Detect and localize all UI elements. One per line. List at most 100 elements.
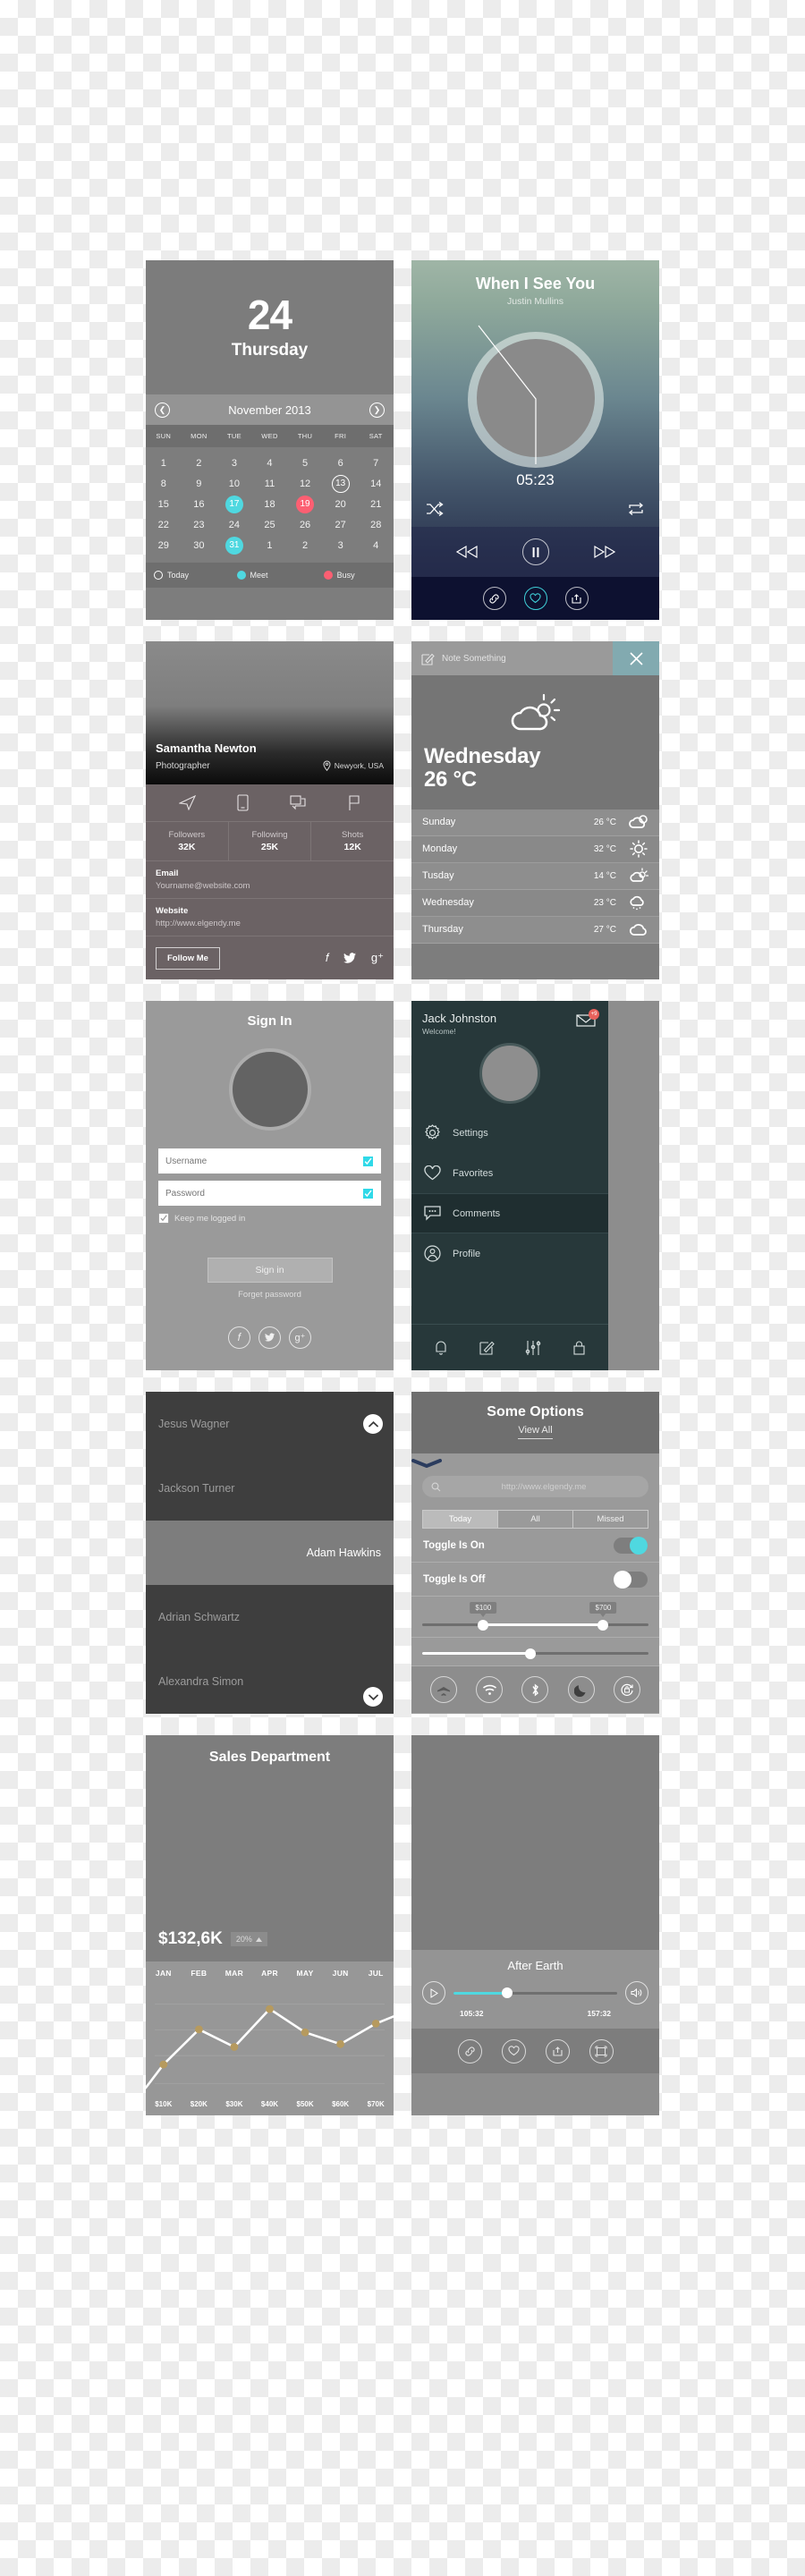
drawer-item-favorites[interactable]: Favorites xyxy=(411,1153,608,1193)
signin-button[interactable]: Sign in xyxy=(207,1258,333,1283)
list-item[interactable]: Adam Hawkins xyxy=(146,1521,394,1585)
moon-icon[interactable] xyxy=(567,1676,595,1703)
calendar-day-cell[interactable]: 2 xyxy=(287,535,323,555)
google-plus-icon[interactable]: g⁺ xyxy=(371,951,384,965)
bluetooth-icon[interactable] xyxy=(521,1676,549,1703)
avatar[interactable] xyxy=(479,1043,540,1104)
segment-all[interactable]: All xyxy=(498,1510,573,1529)
follow-button[interactable]: Follow Me xyxy=(156,946,220,970)
calendar-day-cell[interactable]: 24 xyxy=(216,514,252,535)
calendar-day-cell[interactable]: 29 xyxy=(146,535,182,555)
calendar-day-cell[interactable]: 9 xyxy=(182,473,217,494)
drawer-item-comments[interactable]: Comments xyxy=(411,1193,608,1233)
send-icon[interactable] xyxy=(179,795,196,810)
google-plus-icon[interactable]: g⁺ xyxy=(289,1326,311,1349)
repeat-icon[interactable] xyxy=(627,502,645,516)
chevron-up-icon[interactable] xyxy=(363,1414,383,1434)
fullscreen-icon[interactable] xyxy=(589,2038,614,2063)
video-progress-track[interactable] xyxy=(453,1987,617,1998)
note-input[interactable]: Note Something xyxy=(411,641,613,675)
segment-today[interactable]: Today xyxy=(422,1510,498,1529)
play-circle-icon[interactable] xyxy=(422,1981,445,2004)
chevron-down-icon[interactable] xyxy=(363,1687,383,1707)
shuffle-icon[interactable] xyxy=(426,502,444,516)
calendar-day-cell[interactable]: 7 xyxy=(358,453,394,473)
calendar-day-cell[interactable]: 15 xyxy=(146,494,182,514)
facebook-icon[interactable]: 𝑓 xyxy=(326,951,329,965)
search-input[interactable]: http://www.elgendy.me xyxy=(422,1476,648,1497)
phone-icon[interactable] xyxy=(237,794,249,811)
segment-missed[interactable]: Missed xyxy=(573,1510,648,1529)
range-track[interactable] xyxy=(422,1619,648,1631)
forget-password-link[interactable]: Forget password xyxy=(158,1290,381,1300)
link-icon[interactable] xyxy=(482,587,506,610)
share-icon[interactable] xyxy=(564,587,589,610)
calendar-day-cell[interactable]: 4 xyxy=(358,535,394,555)
calendar-day-cell[interactable]: 14 xyxy=(358,473,394,494)
remember-checkbox[interactable]: Keep me logged in xyxy=(158,1213,381,1224)
calendar-day-cell[interactable]: 26 xyxy=(287,514,323,535)
calendar-day-cell[interactable]: 3 xyxy=(323,535,359,555)
calendar-day-cell[interactable]: 11 xyxy=(252,473,288,494)
heart-icon[interactable] xyxy=(501,2038,526,2063)
username-input[interactable] xyxy=(165,1156,362,1166)
calendar-day-cell[interactable]: 2 xyxy=(182,453,217,473)
drawer-overlay[interactable] xyxy=(608,1001,659,1370)
name-list[interactable]: Jesus Wagner Jackson Turner Adam Hawkins Ad… xyxy=(146,1392,394,1714)
calendar-day-cell[interactable]: 28 xyxy=(358,514,394,535)
calendar-day-cell[interactable]: 25 xyxy=(252,514,288,535)
calendar-day-cell[interactable]: 5 xyxy=(287,453,323,473)
twitter-icon[interactable] xyxy=(343,952,357,964)
field-value[interactable]: http://www.elgendy.me xyxy=(156,919,384,928)
calendar-day-cell[interactable]: 1 xyxy=(252,535,288,555)
range-max-handle[interactable] xyxy=(597,1619,609,1631)
volume-icon[interactable] xyxy=(625,1981,648,2004)
link-icon[interactable] xyxy=(457,2038,482,2063)
pause-icon[interactable] xyxy=(521,538,549,565)
chevron-right-icon[interactable]: ❯ xyxy=(369,402,385,418)
lock-icon[interactable] xyxy=(572,1340,586,1356)
calendar-day-cell[interactable]: 16 xyxy=(182,494,217,514)
video-progress-handle[interactable] xyxy=(502,1987,513,1998)
close-icon[interactable] xyxy=(613,641,659,675)
chevron-left-icon[interactable]: ❮ xyxy=(155,402,170,418)
list-item[interactable]: Alexandra Simon xyxy=(146,1649,394,1714)
drawer-menu[interactable]: Settings Favorites Comments Profile xyxy=(411,1113,608,1274)
bell-icon[interactable] xyxy=(434,1340,448,1356)
calendar-day-cell[interactable]: 20 xyxy=(323,494,359,514)
fast-forward-icon[interactable] xyxy=(593,545,616,559)
calendar-day-cell[interactable]: 22 xyxy=(146,514,182,535)
edit-icon[interactable] xyxy=(479,1340,495,1355)
calendar-day-cell[interactable]: 21 xyxy=(358,494,394,514)
username-field[interactable] xyxy=(158,1148,381,1174)
calendar-day-cell[interactable]: 1 xyxy=(146,453,182,473)
calendar-day-cell[interactable]: 23 xyxy=(182,514,217,535)
calendar-day-cell[interactable]: 17 xyxy=(216,494,252,514)
range-min-handle[interactable] xyxy=(478,1619,489,1631)
calendar-day-cell[interactable]: 4 xyxy=(252,453,288,473)
airplane-icon[interactable] xyxy=(429,1676,457,1703)
calendar-day-cell[interactable]: 30 xyxy=(182,535,217,555)
calendar-day-cell[interactable]: 19 xyxy=(287,494,323,514)
calendar-day-cell[interactable]: 8 xyxy=(146,473,182,494)
calendar-day-cell[interactable]: 31 xyxy=(216,535,252,555)
list-item[interactable]: Jesus Wagner xyxy=(146,1392,394,1456)
chevron-down-icon[interactable] xyxy=(411,1453,659,1470)
view-all-link[interactable]: View All xyxy=(518,1425,553,1439)
drawer-item-settings[interactable]: Settings xyxy=(411,1113,608,1153)
drawer-item-profile[interactable]: Profile xyxy=(411,1233,608,1274)
list-item[interactable]: Adrian Schwartz xyxy=(146,1585,394,1649)
list-item[interactable]: Jackson Turner xyxy=(146,1456,394,1521)
segmented-control[interactable]: Today All Missed xyxy=(422,1510,648,1529)
heart-icon[interactable] xyxy=(523,587,547,610)
rotation-lock-icon[interactable] xyxy=(614,1676,641,1703)
share-icon[interactable] xyxy=(545,2038,570,2063)
twitter-icon[interactable] xyxy=(258,1326,281,1349)
mail-icon[interactable]: +9 xyxy=(576,1009,599,1027)
calendar-day-cell[interactable]: 27 xyxy=(323,514,359,535)
password-input[interactable] xyxy=(165,1188,362,1199)
toggle-on-switch[interactable] xyxy=(614,1536,648,1555)
video-screen[interactable] xyxy=(411,1735,659,1950)
calendar-day-cell[interactable]: 18 xyxy=(252,494,288,514)
sliders-icon[interactable] xyxy=(525,1340,541,1356)
